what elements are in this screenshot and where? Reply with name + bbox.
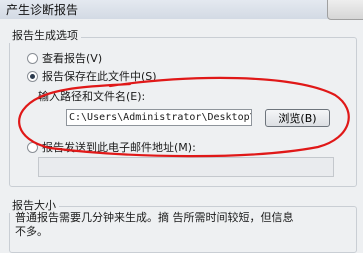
save-report-label: 报告保存在此文件中(S) [42, 70, 157, 83]
view-report-option[interactable]: 查看报告(V) [27, 51, 102, 65]
save-report-option[interactable]: 报告保存在此文件中(S) [27, 69, 157, 83]
email-report-label: 报告发送到此电子邮件地址(M): [42, 141, 196, 154]
window-title: 产生诊断报告 [6, 3, 79, 17]
view-report-label: 查看报告(V) [42, 52, 103, 65]
view-report-radio[interactable] [27, 52, 38, 64]
email-address-input[interactable] [38, 157, 334, 177]
title-bar: 产生诊断报告 [0, 0, 363, 20]
email-report-option[interactable]: 报告发送到此电子邮件地址(M): [27, 140, 196, 154]
close-button[interactable] [327, 0, 363, 20]
report-size-line-1: 普通报告需要几分钟来生成。摘 告所需时间较短，但信息 [15, 211, 294, 224]
path-label: 输入路径和文件名(E): [38, 90, 146, 103]
report-size-description: 普通报告需要几分钟来生成。摘 告所需时间较短，但信息 不多。 [15, 211, 345, 239]
email-report-radio[interactable] [27, 141, 38, 153]
report-size-line-2: 不多。 [15, 225, 48, 238]
report-options-legend: 报告生成选项 [9, 27, 81, 43]
save-report-radio[interactable] [27, 70, 38, 82]
file-path-input[interactable]: C:\Users\Administrator\Desktop\dd.h [66, 109, 252, 126]
browse-button[interactable]: 浏览(B) [265, 109, 330, 127]
